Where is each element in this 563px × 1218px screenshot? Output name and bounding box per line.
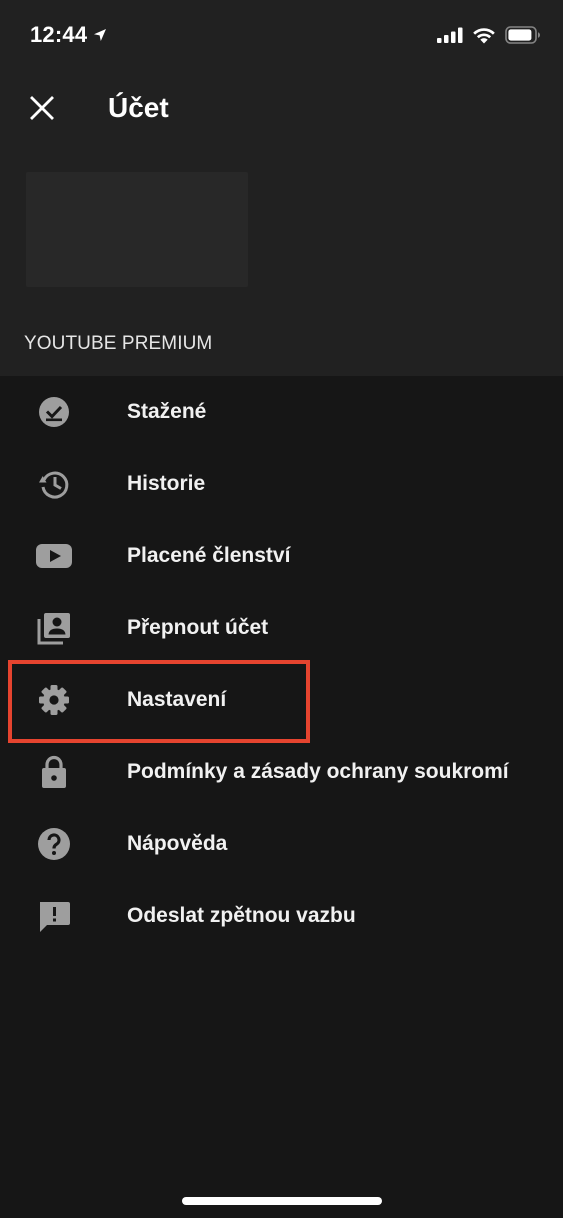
menu-item-switch-account[interactable]: Přepnout účet <box>0 592 563 664</box>
menu-item-history[interactable]: Historie <box>0 448 563 520</box>
settings-icon <box>36 682 72 718</box>
account-card[interactable] <box>26 172 248 287</box>
account-menu: Stažené Historie Placené členství Přepno… <box>0 376 563 952</box>
menu-item-settings[interactable]: Nastavení <box>0 664 563 736</box>
screen: 12:44 Účet YOUTUBE PREMIUM Stažené Histo… <box>0 0 563 1218</box>
menu-item-label: Placené členství <box>127 544 291 567</box>
menu-item-label: Nastavení <box>127 688 227 711</box>
menu-item-label: Přepnout účet <box>127 616 269 639</box>
menu-item-label: Odeslat zpětnou vazbu <box>127 904 356 927</box>
menu-item-paid-memberships[interactable]: Placené členství <box>0 520 563 592</box>
menu-item-terms-privacy[interactable]: Podmínky a zásady ochrany soukromí <box>0 736 563 808</box>
menu-item-help[interactable]: Nápověda <box>0 808 563 880</box>
menu-item-send-feedback[interactable]: Odeslat zpětnou vazbu <box>0 880 563 952</box>
battery-icon <box>505 26 540 44</box>
status-bar: 12:44 <box>0 0 563 70</box>
home-indicator[interactable] <box>182 1197 382 1205</box>
status-indicators <box>437 22 541 48</box>
downloads-icon <box>36 394 72 430</box>
menu-item-label: Historie <box>127 472 206 495</box>
menu-item-label: Stažené <box>127 400 207 423</box>
help-icon <box>36 826 72 862</box>
menu-item-downloads[interactable]: Stažené <box>0 376 563 448</box>
close-button[interactable] <box>22 86 62 130</box>
history-icon <box>36 466 72 502</box>
page-title: Účet <box>108 92 169 123</box>
switch-account-icon <box>36 610 72 646</box>
location-arrow-icon <box>94 29 107 41</box>
feedback-icon <box>36 898 72 934</box>
wifi-icon <box>473 28 495 44</box>
paid-memberships-icon <box>36 538 72 574</box>
cellular-signal-icon <box>437 27 463 43</box>
lock-icon <box>36 754 72 790</box>
status-time-group: 12:44 <box>30 20 107 50</box>
menu-item-label: Podmínky a zásady ochrany soukromí <box>127 760 509 783</box>
menu-item-label: Nápověda <box>127 832 228 855</box>
section-label-youtube-premium: YOUTUBE PREMIUM <box>24 333 213 354</box>
status-time: 12:44 <box>30 22 88 47</box>
close-icon <box>30 96 54 120</box>
